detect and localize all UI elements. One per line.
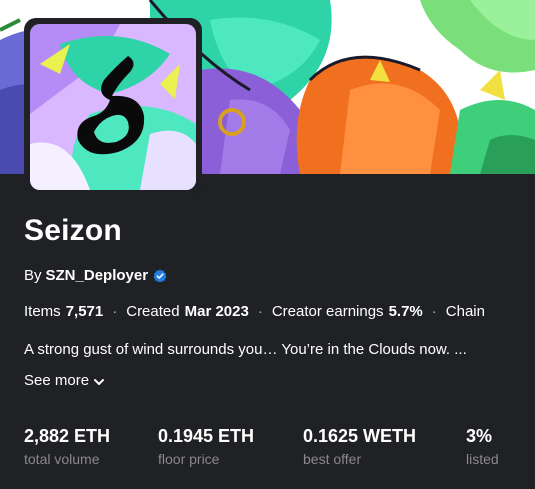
created-value: Mar 2023	[184, 303, 249, 320]
metric-value: 2,882 ETH	[24, 426, 111, 446]
metric-value: 0.1945 ETH	[158, 426, 255, 446]
creator-earnings-value: 5.7%	[388, 303, 423, 320]
metric-label: listed	[466, 451, 499, 467]
chain-label: Chain	[445, 303, 485, 320]
metric-label: floor price	[158, 451, 220, 467]
metric-label: best offer	[303, 451, 362, 467]
separator-dot: ·	[112, 303, 118, 320]
by-label: By	[24, 267, 42, 284]
creator-link[interactable]: SZN_Deployer	[46, 267, 149, 284]
metric-label: total volume	[24, 451, 100, 467]
items-label: Items	[24, 303, 61, 320]
collection-metrics: 2,882 ETH total volume 0.1945 ETH floor …	[24, 426, 526, 467]
chevron-down-icon	[93, 375, 105, 387]
collection-stats-line: Items 7,571 · Created Mar 2023 · Creator…	[24, 303, 485, 320]
creator-line: By SZN_Deployer	[24, 267, 167, 284]
see-more-button[interactable]: See more	[24, 372, 105, 389]
metric-best-offer: 0.1625 WETH best offer	[303, 426, 466, 467]
creator-earnings-label: Creator earnings	[271, 303, 384, 320]
separator-dot: ·	[257, 303, 263, 320]
metric-listed: 3% listed	[466, 426, 526, 467]
metric-total-volume: 2,882 ETH total volume	[24, 426, 158, 467]
separator-dot: ·	[431, 303, 437, 320]
collection-avatar	[30, 24, 196, 190]
collection-title: Seizon	[24, 214, 122, 247]
created-label: Created	[126, 303, 180, 320]
verified-badge-icon	[153, 269, 167, 283]
items-value: 7,571	[65, 303, 104, 320]
see-more-label: See more	[24, 372, 90, 389]
collection-description: A strong gust of wind surrounds you… You…	[24, 341, 467, 358]
metric-value: 3%	[466, 426, 493, 446]
metric-value: 0.1625 WETH	[303, 426, 417, 446]
metric-floor-price: 0.1945 ETH floor price	[158, 426, 303, 467]
